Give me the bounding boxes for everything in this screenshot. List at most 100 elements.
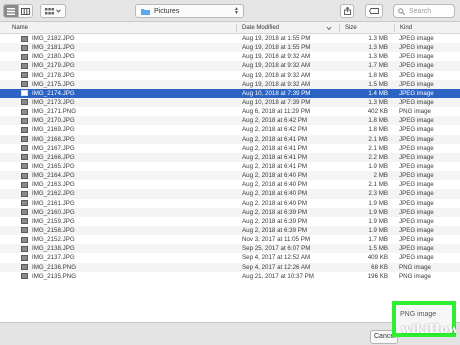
file-date-modified: Sep 4, 2017 at 12:52 AM — [242, 254, 311, 262]
file-name: IMG_2159.JPG — [32, 217, 75, 225]
file-row[interactable]: IMG_2160.JPG Aug 2, 2018 at 6:39 PM 1.9 MB… — [0, 207, 460, 217]
file-date-modified: Aug 2, 2018 at 6:41 PM — [242, 135, 308, 143]
file-kind: JPEG image — [399, 117, 434, 125]
file-kind: JPEG image — [399, 89, 434, 97]
file-name: IMG_2173.JPG — [32, 98, 75, 106]
file-date-modified: Aug 19, 2018 at 1:55 PM — [242, 35, 311, 42]
column-header-name[interactable]: Name — [8, 22, 234, 34]
image-file-icon — [21, 209, 28, 216]
file-size: 2.1 MB — [368, 135, 388, 143]
highlighted-kind-label: PNG image — [400, 311, 437, 318]
file-row[interactable]: IMG_2135.PNG Aug 21, 2017 at 10:37 PM 196 … — [0, 272, 460, 281]
file-date-modified: Aug 2, 2018 at 6:40 PM — [242, 199, 308, 207]
file-size: 1.3 MB — [368, 53, 388, 61]
file-name: IMG_2182.JPG — [32, 35, 75, 42]
tag-button[interactable] — [365, 4, 383, 18]
file-row[interactable]: IMG_2174.JPG Aug 10, 2018 at 7:39 PM 1.4 M… — [0, 88, 460, 98]
file-size: 1.5 MB — [368, 245, 388, 253]
file-row[interactable]: IMG_2162.JPG Aug 2, 2018 at 6:40 PM 2.3 MB… — [0, 189, 460, 199]
column-view-button[interactable] — [17, 5, 33, 17]
column-divider[interactable] — [339, 24, 340, 32]
file-row[interactable]: IMG_2167.JPG Aug 2, 2018 at 6:41 PM 2.1 MB… — [0, 144, 460, 153]
file-name: IMG_2170.JPG — [32, 117, 75, 125]
group-by-button[interactable] — [40, 4, 66, 18]
file-kind: JPEG image — [399, 208, 434, 216]
file-size: 2.1 MB — [368, 181, 388, 189]
file-kind: PNG image — [399, 263, 431, 271]
file-row[interactable]: IMG_2173.JPG Aug 10, 2018 at 7:39 PM 1.3 M… — [0, 97, 460, 108]
column-header-date-modified[interactable]: Date Modified — [238, 22, 336, 34]
file-row[interactable]: IMG_2181.JPG Aug 19, 2018 at 1:55 PM 1.3 M… — [0, 43, 460, 53]
column-divider[interactable] — [394, 24, 395, 32]
file-date-modified: Aug 2, 2018 at 6:41 PM — [242, 144, 308, 152]
file-name: IMG_2181.JPG — [32, 44, 75, 52]
file-date-modified: Aug 2, 2018 at 6:41 PM — [242, 162, 308, 170]
file-row[interactable]: IMG_2179.JPG Aug 19, 2018 at 9:32 AM 1.7 M… — [0, 61, 460, 71]
file-row[interactable]: IMG_2175.JPG Aug 19, 2018 at 9:32 AM 1.5 M… — [0, 79, 460, 89]
file-kind: JPEG image — [399, 181, 434, 189]
column-divider[interactable] — [236, 24, 237, 32]
file-row[interactable]: IMG_2161.JPG Aug 2, 2018 at 6:40 PM 1.9 MB… — [0, 199, 460, 208]
column-header-size[interactable]: Size — [341, 22, 391, 34]
file-row[interactable]: IMG_2159.JPG Aug 2, 2018 at 6:39 PM 1.9 MB… — [0, 217, 460, 226]
file-name: IMG_2161.JPG — [32, 199, 75, 207]
image-file-icon — [21, 99, 28, 106]
file-name: IMG_2169.JPG — [32, 126, 75, 134]
image-file-icon — [21, 273, 28, 280]
image-file-icon — [21, 136, 28, 143]
file-kind: JPEG image — [399, 199, 434, 207]
image-file-icon — [21, 81, 28, 88]
file-row[interactable]: IMG_2166.JPG Aug 2, 2018 at 6:41 PM 2.2 MB… — [0, 152, 460, 162]
file-name: IMG_2168.JPG — [32, 135, 75, 143]
file-row[interactable]: IMG_2180.JPG Aug 19, 2018 at 9:32 AM 1.3 M… — [0, 52, 460, 61]
file-date-modified: Aug 10, 2018 at 7:39 PM — [242, 89, 311, 97]
file-name: IMG_2136.PNG — [32, 263, 77, 271]
file-row[interactable]: IMG_2164.JPG Aug 2, 2018 at 6:40 PM 2 MB JP… — [0, 171, 460, 181]
file-name: IMG_2180.JPG — [32, 53, 75, 61]
file-name: IMG_2160.JPG — [32, 208, 75, 216]
file-name: IMG_2166.JPG — [32, 153, 75, 161]
search-field[interactable]: Search — [393, 4, 455, 18]
file-kind: JPEG image — [399, 71, 434, 79]
file-kind: JPEG image — [399, 62, 434, 70]
file-row[interactable]: IMG_2169.JPG Aug 2, 2018 at 6:42 PM 1.8 MB… — [0, 125, 460, 134]
file-row[interactable]: IMG_2158.JPG Aug 2, 2018 at 6:39 PM 1.9 MB… — [0, 225, 460, 236]
tag-icon — [369, 8, 379, 14]
up-down-arrows-icon: ▲ ▼ — [234, 6, 239, 16]
file-name: IMG_2137.JPG — [32, 254, 75, 262]
view-mode-segmented-control[interactable] — [3, 4, 33, 18]
image-file-icon — [21, 35, 28, 42]
file-row[interactable]: IMG_2152.JPG Nov 3, 2017 at 11:05 PM 1.7 M… — [0, 235, 460, 244]
column-header: Name Date Modified Size Kind — [0, 22, 460, 34]
file-name: IMG_2179.JPG — [32, 62, 75, 70]
file-date-modified: Aug 2, 2018 at 6:40 PM — [242, 181, 308, 189]
file-row[interactable]: IMG_2170.JPG Aug 2, 2018 at 6:42 PM 1.8 MB… — [0, 116, 460, 126]
file-size: 1.3 MB — [368, 98, 388, 106]
location-popup[interactable]: Pictures ▲ ▼ — [135, 4, 244, 18]
file-kind: PNG image — [399, 272, 431, 280]
file-row[interactable]: IMG_2178.JPG Aug 19, 2018 at 9:32 AM 1.8 M… — [0, 71, 460, 80]
file-kind: JPEG image — [399, 98, 434, 106]
file-name: IMG_2163.JPG — [32, 181, 75, 189]
file-row[interactable]: IMG_2138.JPG Sep 25, 2017 at 6:07 PM 1.5 M… — [0, 244, 460, 254]
share-button[interactable] — [340, 4, 354, 18]
column-header-kind[interactable]: Kind — [396, 22, 456, 34]
search-placeholder: Search — [409, 7, 432, 15]
file-name: IMG_2162.JPG — [32, 190, 75, 198]
file-row[interactable]: IMG_2168.JPG Aug 2, 2018 at 6:41 PM 2.1 MB… — [0, 134, 460, 144]
file-row[interactable]: IMG_2137.JPG Sep 4, 2017 at 12:52 AM 409 K… — [0, 253, 460, 262]
file-row[interactable]: IMG_2163.JPG Aug 2, 2018 at 6:40 PM 2.1 MB… — [0, 180, 460, 189]
image-file-icon — [21, 126, 28, 133]
file-kind: JPEG image — [399, 126, 434, 134]
file-row[interactable]: IMG_2136.PNG Sep 4, 2017 at 12:26 AM 68 KB… — [0, 262, 460, 272]
file-size: 196 KB — [367, 272, 388, 280]
file-row[interactable]: IMG_2182.JPG Aug 19, 2018 at 1:55 PM 1.3 M… — [0, 34, 460, 43]
share-icon — [343, 7, 351, 15]
watermark-prefix: wiki — [401, 322, 429, 336]
file-row[interactable]: IMG_2165.JPG Aug 2, 2018 at 6:41 PM 1.9 MB… — [0, 162, 460, 171]
file-date-modified: Aug 19, 2018 at 9:32 AM — [242, 80, 311, 88]
image-file-icon — [21, 172, 28, 179]
list-view-button[interactable] — [4, 5, 18, 17]
file-kind: JPEG image — [399, 236, 434, 244]
file-row[interactable]: IMG_2171.PNG Aug 6, 2018 at 11:29 PM 402 K… — [0, 107, 460, 116]
